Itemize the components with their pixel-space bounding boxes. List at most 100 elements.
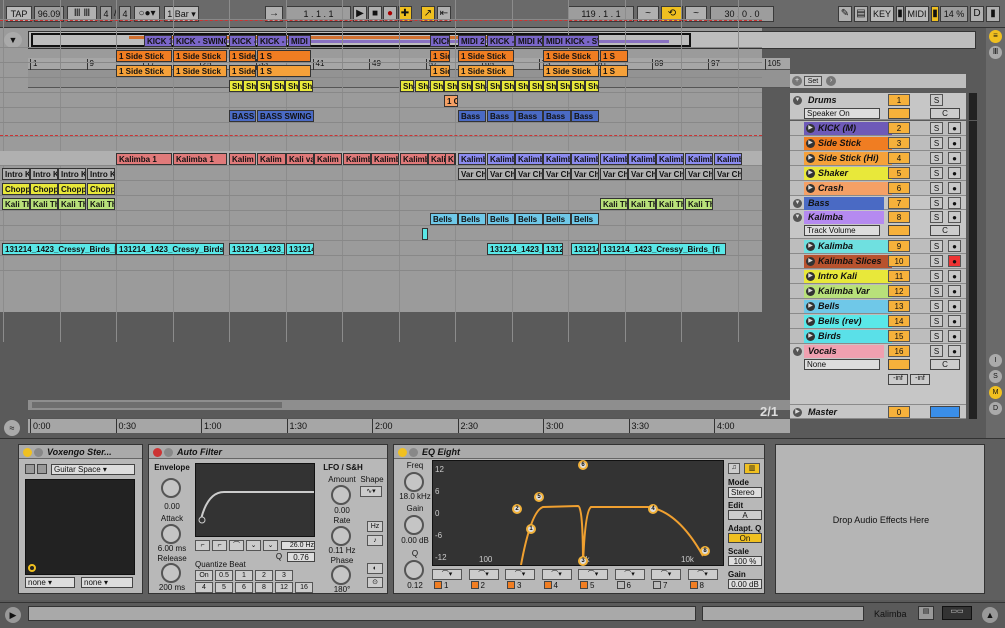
clip[interactable]: 1 S — [257, 50, 311, 62]
eq-band-on-toggle[interactable] — [580, 581, 588, 589]
filter-shape-button[interactable]: ⌒ — [229, 540, 244, 551]
track-name[interactable]: Vocals — [804, 345, 884, 358]
clip[interactable]: Kalimba — [487, 153, 515, 165]
track-view-icon[interactable]: ▤ — [918, 606, 934, 620]
track-activator[interactable]: 11 — [888, 270, 910, 282]
clip[interactable]: Kalimba — [371, 153, 399, 165]
phase-mode-icon[interactable]: ◐ — [367, 563, 383, 574]
track-activator[interactable]: 5 — [888, 167, 910, 179]
clip[interactable]: Sha — [487, 80, 501, 92]
clip[interactable]: Var Ch — [458, 168, 486, 180]
auto-filter-device[interactable]: Auto Filter Envelope 0.00 Attack 6.00 ms… — [148, 444, 388, 594]
eq-band-on-toggle[interactable] — [653, 581, 661, 589]
clip[interactable]: Sha — [543, 80, 557, 92]
eq-band-on-toggle[interactable] — [616, 581, 625, 589]
solo-button[interactable]: S — [930, 211, 943, 223]
automation-select[interactable]: None — [804, 359, 880, 370]
eq-band-filter-select[interactable]: ⌒▾ — [651, 569, 681, 580]
eq-band-point[interactable]: 3 — [578, 556, 588, 566]
clip[interactable]: Sha — [458, 80, 472, 92]
track-name[interactable]: Crash — [804, 182, 892, 195]
track-activator[interactable]: 13 — [888, 300, 910, 312]
eq-band-filter-select[interactable]: ⌒▾ — [432, 569, 462, 580]
clip[interactable]: KICK - — [229, 35, 256, 47]
eq-output-gain-field[interactable]: 0.00 dB — [728, 579, 762, 589]
quantize-value-button[interactable]: 4 — [195, 582, 213, 593]
y-param-select[interactable]: none ▾ — [81, 577, 133, 588]
arm-button-icon[interactable]: ● — [948, 167, 961, 179]
clip[interactable]: Sha — [444, 80, 458, 92]
x-param-select[interactable]: none ▾ — [25, 577, 75, 588]
clip[interactable]: Sha — [515, 80, 529, 92]
clip[interactable]: Sha — [400, 80, 414, 92]
clip[interactable]: Kalimba — [515, 153, 543, 165]
track-header-0[interactable]: Drums ▼ 1 S Speaker On C — [790, 93, 966, 120]
clip[interactable]: Kalimba — [714, 153, 742, 165]
clip[interactable]: Kalim — [257, 153, 286, 165]
clip[interactable]: 131214 — [286, 243, 314, 255]
device-collapse-icon[interactable] — [409, 448, 418, 457]
clip[interactable]: Bass — [515, 110, 543, 122]
clip[interactable]: Kalimba — [543, 153, 571, 165]
quantize-value-button[interactable]: 12 — [275, 582, 293, 593]
solo-button[interactable]: S — [930, 300, 943, 312]
solo-button[interactable]: S — [930, 330, 943, 342]
track-name[interactable]: Bells (rev) — [804, 315, 892, 328]
solo-button[interactable]: S — [930, 345, 943, 357]
track-play-icon[interactable]: ▶ — [806, 287, 815, 296]
eq-band-on-toggle[interactable] — [543, 581, 552, 589]
clip[interactable]: Choppe — [58, 183, 86, 195]
arm-button-icon[interactable]: ● — [948, 345, 961, 357]
clip[interactable]: 131214_1423_Cressy_Birds_[fi — [2, 243, 116, 255]
eq-eight-device[interactable]: EQ Eight Freq 18.0 kHz Gain 0.00 dB Q 0.… — [393, 444, 765, 594]
clip[interactable]: Sha — [271, 80, 285, 92]
session-view-icon[interactable]: ≡ — [989, 30, 1002, 43]
clip[interactable]: MIDI KICK - SW — [543, 35, 599, 47]
sends-toggle-icon[interactable]: S — [989, 370, 1002, 383]
group-fold-icon[interactable]: ▼ — [793, 213, 802, 222]
clip[interactable]: Kali Th — [30, 198, 58, 210]
solo-button[interactable]: S — [930, 255, 943, 267]
track-header-8[interactable]: Kalimba ▶ 9 S ● — [790, 239, 966, 254]
solo-button[interactable]: S — [930, 240, 943, 252]
clip[interactable]: Kalimba — [458, 153, 486, 165]
eq-edit-toggle[interactable]: A — [728, 510, 762, 520]
rate-sync-toggle[interactable]: ♪ — [367, 535, 383, 546]
track-activator[interactable]: 14 — [888, 315, 910, 327]
quantize-value-button[interactable]: 3 — [275, 570, 293, 581]
solo-button[interactable]: S — [930, 152, 943, 164]
track-activator[interactable]: 12 — [888, 285, 910, 297]
eq-display[interactable]: 1260-6-121001k10k1234568 — [432, 460, 724, 566]
track-activator[interactable]: 6 — [888, 182, 910, 194]
clip[interactable]: 1 S — [600, 50, 628, 62]
clip[interactable]: Kalimba — [656, 153, 684, 165]
arrangement-view-icon[interactable]: Ⅲ — [989, 46, 1002, 59]
track-name[interactable]: Intro Kali — [804, 270, 892, 283]
clip[interactable]: 1 Side Stick — [173, 50, 227, 62]
track-header-13[interactable]: Bells (rev) ▶ 14 S ● — [790, 314, 966, 329]
clip[interactable]: Kali Th — [628, 198, 656, 210]
clip[interactable]: 131214_1423_Cressy_Birds_[fi — [600, 243, 726, 255]
clip[interactable]: Bells — [458, 213, 486, 225]
eq-adapt-toggle[interactable]: On — [728, 533, 762, 543]
audio-effects-drop-zone[interactable]: Drop Audio Effects Here — [775, 444, 985, 594]
clip[interactable]: 131214_1423_C — [487, 243, 543, 255]
rate-hz-toggle[interactable]: Hz — [367, 521, 383, 532]
clip[interactable]: Kalimba — [571, 153, 599, 165]
track-name[interactable]: Bass — [804, 197, 884, 210]
quantize-value-button[interactable]: 16 — [295, 582, 313, 593]
clip[interactable]: 131214_1423_C — [229, 243, 285, 255]
sidechain-icon[interactable]: ⊙ — [367, 577, 383, 588]
clip[interactable]: 1 Side — [229, 50, 256, 62]
clip[interactable]: Var Ch — [714, 168, 742, 180]
track-name[interactable]: Kalimba Var — [804, 285, 892, 298]
plugin-edit-icon[interactable] — [25, 464, 35, 474]
track-name[interactable]: Kalimba — [804, 211, 884, 224]
quantize-value-button[interactable]: 6 — [235, 582, 253, 593]
track-play-icon[interactable]: ▶ — [806, 169, 815, 178]
volume-bar[interactable] — [888, 225, 910, 236]
automation-select[interactable]: Speaker On — [804, 108, 880, 119]
clip[interactable]: KICK 1 — [144, 35, 172, 47]
time-ruler[interactable]: 0:00 0:30 1:00 1:30 2:00 2:30 3:00 3:30 4:00 — [28, 418, 790, 433]
clip[interactable]: Var Ch — [515, 168, 543, 180]
